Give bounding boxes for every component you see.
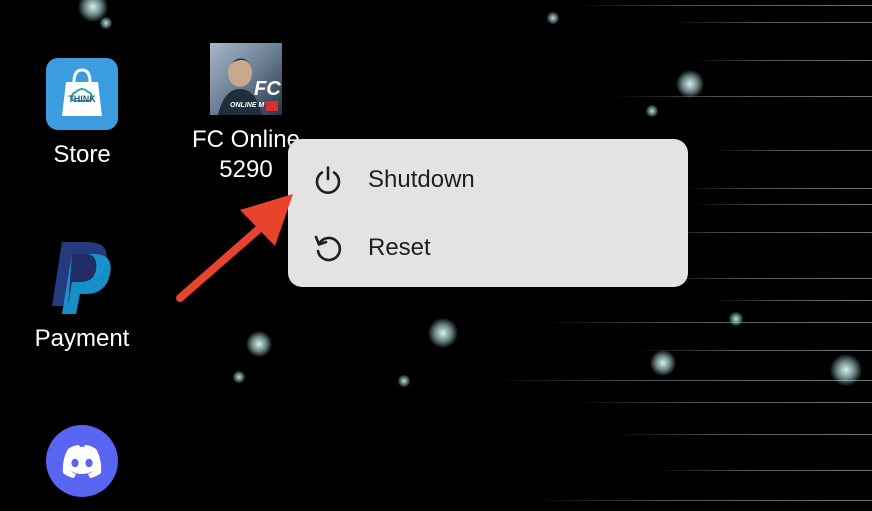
- menu-item-shutdown[interactable]: Shutdown: [288, 152, 688, 208]
- app-store[interactable]: THINK Store: [0, 0, 164, 180]
- discord-icon: [46, 425, 118, 497]
- power-context-menu: Shutdown Reset: [288, 139, 688, 287]
- app-discord[interactable]: [0, 420, 164, 511]
- think-store-icon: THINK: [46, 58, 118, 130]
- power-icon: [312, 164, 344, 196]
- reset-label: Reset: [368, 234, 431, 261]
- fc-logo-text: FC: [254, 78, 281, 100]
- fc-logo-subtext: ONLINE M: [230, 102, 264, 109]
- store-label: Store: [53, 141, 111, 168]
- reset-icon: [312, 232, 344, 264]
- payment-label: Payment: [34, 325, 130, 352]
- app-payment[interactable]: Payment: [0, 230, 164, 360]
- paypal-icon: [48, 240, 116, 316]
- fc-online-icon: FC ONLINE M: [210, 43, 282, 115]
- menu-item-reset[interactable]: Reset: [288, 220, 688, 276]
- shutdown-label: Shutdown: [368, 166, 475, 193]
- store-badge-text: THINK: [68, 94, 96, 104]
